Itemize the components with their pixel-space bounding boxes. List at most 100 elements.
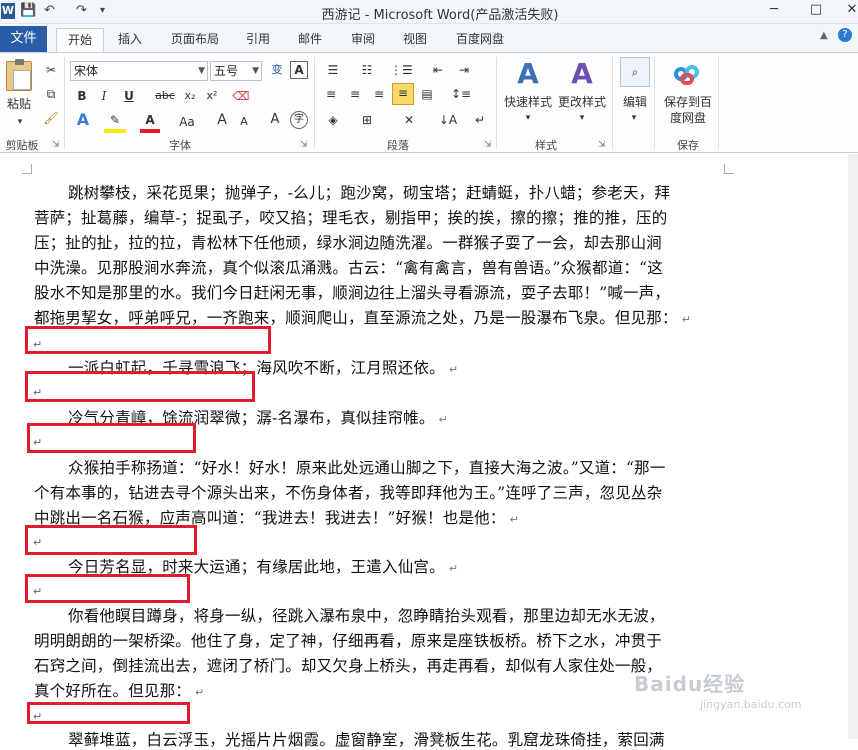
tab-insert[interactable]: 插入: [108, 28, 152, 52]
character-shading-icon[interactable]: A: [266, 111, 284, 129]
align-center-icon[interactable]: ≡: [346, 85, 364, 103]
highlight-box: [27, 423, 196, 453]
italic-button[interactable]: I: [96, 87, 112, 105]
save-group-label: 保存: [677, 139, 699, 152]
text-line: 压；扯的扯，拉的拉，青松林下任他顽，绿水涧边随洗濯。一群猴子耍了一会，却去那山涧: [34, 234, 663, 252]
multilevel-list-icon[interactable]: ⋮☰: [390, 61, 413, 79]
text-line: 个有本事的，钻进去寻个源头出来，不伤身体者，我等即拜他为王。”连呼了三声，忽见丛…: [34, 484, 663, 502]
chevron-down-icon[interactable]: ▼: [252, 62, 259, 80]
watermark-main: Baidu经验: [634, 672, 746, 696]
grow-font-button[interactable]: A: [214, 111, 230, 129]
watermark-url: jingyan.baidu.com: [700, 698, 802, 711]
paste-dropdown-icon[interactable]: ▾: [10, 113, 30, 131]
font-launcher-icon[interactable]: ⇲: [300, 140, 308, 150]
tab-file[interactable]: 文件: [0, 26, 47, 52]
font-size-combo[interactable]: 五号 ▼: [210, 61, 262, 81]
tab-home[interactable]: 开始: [56, 28, 104, 53]
bullets-icon[interactable]: ☰: [322, 61, 344, 79]
strikethrough-button[interactable]: abc: [154, 87, 176, 105]
divider: [612, 57, 613, 149]
undo-icon[interactable]: ↶: [44, 3, 55, 18]
tab-view[interactable]: 视图: [395, 28, 435, 52]
shading-icon[interactable]: ◈: [322, 111, 344, 129]
bold-button[interactable]: B: [74, 87, 90, 105]
maximize-button[interactable]: □: [804, 2, 828, 20]
clear-formatting-icon[interactable]: ⌫: [232, 87, 250, 105]
cut-icon[interactable]: ✂: [42, 61, 60, 79]
tab-mailings[interactable]: 邮件: [290, 28, 330, 52]
line-spacing-icon[interactable]: ↕≡: [450, 85, 472, 103]
font-group-label: 字体: [169, 139, 191, 152]
increase-indent-icon[interactable]: ⇥: [454, 61, 474, 79]
show-marks-icon[interactable]: ↵: [472, 111, 488, 129]
font-name-value: 宋体: [74, 64, 99, 78]
text-line: 明明朗朗的一架桥梁。他住了身，定了神，仔细再看，原来是座铁板桥。桥下之水，冲贯于: [34, 632, 663, 650]
chevron-down-icon[interactable]: ▾: [574, 109, 590, 127]
redo-icon[interactable]: ↷: [76, 3, 87, 18]
baidu-netdisk-icon[interactable]: [672, 61, 702, 87]
text-effects-icon[interactable]: A: [72, 111, 94, 129]
styles-launcher-icon[interactable]: ⇲: [598, 140, 606, 150]
justify-icon[interactable]: ≡: [392, 83, 414, 105]
change-case-button[interactable]: Aa: [176, 113, 198, 131]
tab-page-layout[interactable]: 页面布局: [163, 28, 227, 52]
text-line: 翠藓堆蓝，白云浮玉，光摇片片烟霞。虚窗静室，滑凳板生花。乳窟龙珠倚挂，萦回满: [68, 731, 665, 749]
chevron-down-icon[interactable]: ▾: [520, 109, 536, 127]
phonetic-guide-icon[interactable]: 变: [266, 61, 288, 79]
ribbon-tabs: 文件 开始 插入 页面布局 引用 邮件 审阅 视图 百度网盘 ▲ ?: [0, 24, 858, 53]
divider: [654, 57, 655, 149]
superscript-button[interactable]: x²: [204, 87, 220, 105]
tab-references[interactable]: 引用: [238, 28, 278, 52]
quick-styles-icon[interactable]: A: [508, 57, 548, 91]
change-styles-icon[interactable]: A: [562, 57, 602, 91]
text-line: 菩萨；扯葛藤，编草-；捉虱子，咬又掐；理毛衣，剔指甲；挨的挨，擦的擦；推的推，压…: [34, 209, 668, 227]
minimize-button[interactable]: ─: [762, 2, 786, 20]
highlight-box: [25, 326, 271, 354]
paragraph-launcher-icon[interactable]: ⇲: [484, 140, 492, 150]
font-color-icon[interactable]: A: [140, 111, 160, 133]
collapse-ribbon-icon[interactable]: ▲: [820, 30, 828, 41]
clipboard-group-label: 剪贴板: [5, 139, 39, 152]
chevron-down-icon[interactable]: ▾: [626, 109, 642, 127]
clipboard-launcher-icon[interactable]: ⇲: [52, 140, 60, 150]
chinese-layout-icon[interactable]: ✕: [398, 111, 420, 129]
text-line: 跳树攀枝，采花觅果；抛弹子，-么儿；跑沙窝，砌宝塔；赶蜻蜓，扑八蜡；参老天，拜: [68, 184, 671, 202]
highlight-box: [25, 574, 190, 603]
shrink-font-button[interactable]: A: [236, 113, 252, 131]
underline-button[interactable]: U: [118, 87, 140, 105]
paste-icon[interactable]: [6, 59, 32, 91]
binoculars-icon[interactable]: ⌕: [620, 57, 650, 87]
borders-icon[interactable]: ⊞: [356, 111, 378, 129]
save-to-netdisk-line2: 度网盘: [669, 111, 706, 125]
numbering-icon[interactable]: ☷: [356, 61, 378, 79]
align-left-icon[interactable]: ≡: [322, 85, 340, 103]
window-title: 西游记 - Microsoft Word(产品激活失败): [321, 8, 559, 23]
format-painter-icon[interactable]: 🖌: [42, 109, 60, 127]
subscript-button[interactable]: x₂: [182, 87, 198, 105]
customize-qat-icon[interactable]: ▾: [100, 5, 105, 16]
text-line: 股水不知是那里的水。我们今日赶闲无事，顺涧边往上溜头寻看源流，耍子去耶！”喊一声…: [34, 284, 671, 302]
enclose-characters-icon[interactable]: 字: [290, 111, 308, 129]
character-border-icon[interactable]: A: [290, 61, 308, 79]
margin-corner: [22, 164, 32, 174]
highlight-color-icon[interactable]: ✎: [104, 111, 126, 133]
chevron-down-icon[interactable]: ▼: [198, 62, 205, 80]
paste-button[interactable]: 粘贴: [4, 95, 34, 113]
text-line: 石窍之间，倒挂流出去，遮闭了桥门。却又欠身上桥头，再走再看，却似有人家住处一般，: [34, 657, 663, 675]
word-app-icon[interactable]: W: [1, 3, 15, 19]
vertical-scrollbar[interactable]: [848, 154, 858, 739]
save-icon[interactable]: 💾: [20, 3, 36, 18]
decrease-indent-icon[interactable]: ⇤: [428, 61, 448, 79]
tab-review[interactable]: 审阅: [343, 28, 383, 52]
sort-icon[interactable]: ↓A: [438, 111, 458, 129]
help-icon[interactable]: ?: [838, 28, 852, 42]
baidu-watermark: Baidu经验 jingyan.baidu.com: [634, 668, 802, 711]
align-right-icon[interactable]: ≡: [370, 85, 388, 103]
ribbon-home: 粘贴 ▾ ✂ ⧉ 🖌 剪贴板 ⇲ 宋体 ▼ 五号 ▼ 变 A B I U abc…: [0, 52, 858, 153]
divider: [496, 57, 497, 149]
tab-baidu-netdisk[interactable]: 百度网盘: [448, 28, 512, 52]
distributed-icon[interactable]: ▤: [418, 85, 436, 103]
copy-icon[interactable]: ⧉: [42, 85, 60, 103]
close-button[interactable]: ✕: [840, 2, 858, 20]
font-name-combo[interactable]: 宋体 ▼: [70, 61, 208, 81]
